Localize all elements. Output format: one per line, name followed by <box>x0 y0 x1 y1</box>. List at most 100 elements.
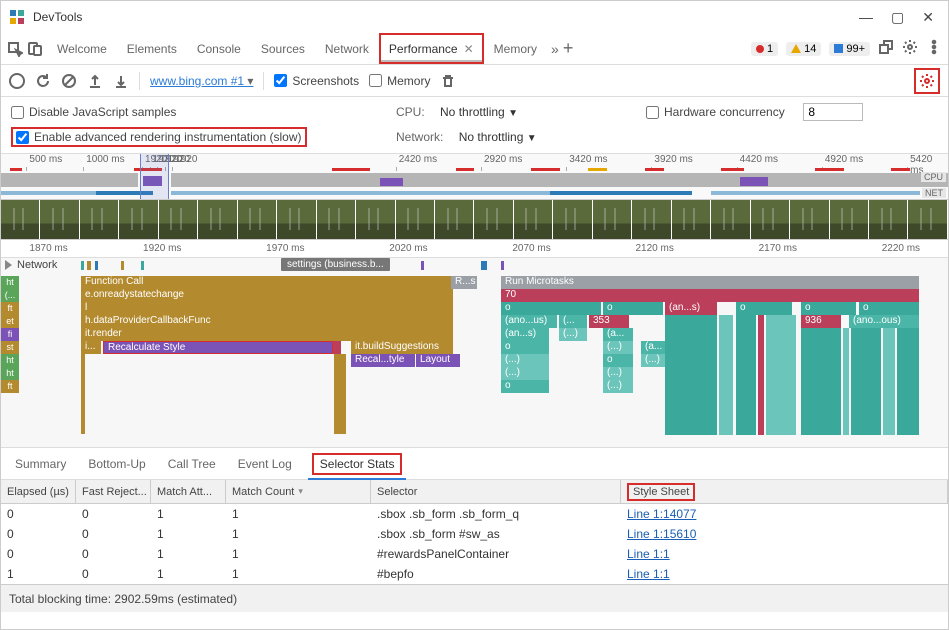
frame-o7[interactable]: o <box>603 354 633 367</box>
tab-console[interactable]: Console <box>187 33 251 64</box>
frame-l[interactable]: l <box>81 302 453 315</box>
detail-ruler[interactable]: 1870 ms1920 ms1970 ms2020 ms2070 ms2120 … <box>1 240 948 258</box>
close-tab-icon[interactable]: ✕ <box>464 42 474 56</box>
frame-70[interactable]: 70 <box>501 289 919 302</box>
reload-record-button[interactable] <box>35 73 51 89</box>
advanced-rendering-checkbox[interactable]: Enable advanced rendering instrumentatio… <box>11 127 307 147</box>
table-row[interactable]: 0011.sbox .sb_form .sb_form_qLine 1:1407… <box>1 504 948 524</box>
col-selector[interactable]: Selector <box>371 480 621 503</box>
expand-icon[interactable] <box>5 260 12 270</box>
screenshot-filmstrip[interactable] <box>1 200 948 240</box>
frame-an-s2[interactable]: (an...s) <box>501 328 549 341</box>
frame-paren1[interactable]: (... <box>559 315 587 328</box>
minimize-button[interactable]: — <box>859 9 873 26</box>
maximize-button[interactable]: ▢ <box>891 9 904 26</box>
frame-itrender[interactable]: it.render <box>81 328 453 341</box>
tab-performance[interactable]: Performance ✕ <box>379 33 484 64</box>
disable-js-checkbox[interactable]: Disable JavaScript samples <box>11 103 396 121</box>
frame-o3[interactable]: o <box>736 302 792 315</box>
tab-summary[interactable]: Summary <box>13 451 68 477</box>
frame-rs[interactable]: R...s <box>451 276 477 289</box>
col-elapsed[interactable]: Elapsed (µs) <box>1 480 76 503</box>
tab-sources[interactable]: Sources <box>251 33 315 64</box>
tab-bottom-up[interactable]: Bottom-Up <box>86 451 147 477</box>
table-row[interactable]: 0011.sbox .sb_form #sw_asLine 1:15610 <box>1 524 948 544</box>
stylesheet-link[interactable]: Line 1:14077 <box>627 507 696 521</box>
frame-buildsuggestions[interactable]: it.buildSuggestions <box>351 341 453 354</box>
flame-row-label: et <box>1 315 19 328</box>
capture-settings-button[interactable] <box>914 68 940 94</box>
tab-welcome[interactable]: Welcome <box>47 33 117 64</box>
frame-an-s[interactable]: (an...s) <box>665 302 717 315</box>
stylesheet-link[interactable]: Line 1:1 <box>627 567 670 581</box>
frame-353[interactable]: 353 <box>589 315 629 328</box>
tab-event-log[interactable]: Event Log <box>236 451 294 477</box>
table-row[interactable]: 1011#bepfoLine 1:1 <box>1 564 948 584</box>
net-throttle-dropdown[interactable]: No throttling ▼ <box>459 130 537 144</box>
paint-slice[interactable] <box>333 341 341 354</box>
inspect-icon[interactable] <box>7 41 23 57</box>
frame-o2[interactable]: o <box>603 302 663 315</box>
clear-button[interactable] <box>61 73 77 89</box>
col-style-sheet[interactable]: Style Sheet <box>621 480 948 503</box>
cell-fast-reject: 0 <box>76 547 151 561</box>
col-fast-reject[interactable]: Fast Reject... <box>76 480 151 503</box>
tab-elements[interactable]: Elements <box>117 33 187 64</box>
frame-o8[interactable]: o <box>501 380 549 393</box>
frame-onreadystate[interactable]: e.onreadystatechange <box>81 289 453 302</box>
frame-dataprovider[interactable]: h.dataProviderCallbackFunc <box>81 315 453 328</box>
frame-o1[interactable]: o <box>501 302 601 315</box>
frame-o5[interactable]: o <box>859 302 919 315</box>
close-button[interactable]: ✕ <box>922 9 934 26</box>
frame-ell-c[interactable]: (...) <box>501 354 549 367</box>
page-selector[interactable]: www.bing.com #1 ▾ <box>150 74 253 88</box>
table-row[interactable]: 0011#rewardsPanelContainerLine 1:1 <box>1 544 948 564</box>
garbage-collect-icon[interactable] <box>440 73 456 89</box>
frame-ell-f[interactable]: (...) <box>603 367 633 380</box>
flame-chart[interactable]: Network settings (business.b... ht(...ft… <box>1 258 948 448</box>
frame-run-microtasks[interactable]: Run Microtasks <box>501 276 919 289</box>
frame-layout[interactable]: Layout <box>416 354 460 367</box>
settings-icon[interactable] <box>902 39 918 58</box>
prompts-badge[interactable]: 99+ <box>829 42 870 56</box>
frame-o6[interactable]: o <box>501 341 549 354</box>
record-button[interactable] <box>9 73 25 89</box>
frame-ano-us[interactable]: (ano...us) <box>501 315 557 328</box>
errors-badge[interactable]: 1 <box>751 42 778 56</box>
frame-936[interactable]: 936 <box>801 315 841 328</box>
more-tabs-chevron[interactable]: » <box>551 41 559 57</box>
warnings-badge[interactable]: 14 <box>786 42 821 56</box>
more-menu-icon[interactable] <box>926 39 942 58</box>
frame-a1[interactable]: (a... <box>603 328 633 341</box>
memory-checkbox[interactable]: Memory <box>369 74 430 88</box>
frame-i[interactable]: i... <box>81 341 101 354</box>
stylesheet-link[interactable]: Line 1:1 <box>627 547 670 561</box>
popout-icon[interactable] <box>878 39 894 58</box>
device-icon[interactable] <box>27 41 43 57</box>
cpu-throttle-dropdown[interactable]: No throttling ▼ <box>440 105 518 119</box>
frame-o4[interactable]: o <box>801 302 856 315</box>
overview-timeline[interactable]: 500 ms1000 ms192019201920192019202420 ms… <box>1 154 948 200</box>
hw-concurrency-input[interactable] <box>803 103 863 121</box>
frame-ell-b[interactable]: (...) <box>603 341 633 354</box>
frame-ano-ous[interactable]: (ano...ous) <box>849 315 919 328</box>
tab-selector-stats[interactable]: Selector Stats <box>312 453 403 475</box>
frame-ell-g[interactable]: (...) <box>603 380 633 393</box>
frame-ell-e[interactable]: (...) <box>501 367 549 380</box>
col-match-attempts[interactable]: Match Att... <box>151 480 226 503</box>
col-match-count[interactable]: Match Count <box>226 480 371 503</box>
frame-recalc-style[interactable]: Recalculate Style <box>103 341 333 354</box>
tab-network[interactable]: Network <box>315 33 379 64</box>
upload-button[interactable] <box>87 73 103 89</box>
tab-call-tree[interactable]: Call Tree <box>166 451 218 477</box>
hw-concurrency-checkbox[interactable]: Hardware concurrency <box>646 105 785 119</box>
flame-row-label: ht <box>1 367 19 380</box>
add-tab-icon[interactable]: + <box>563 38 574 59</box>
frame-ell-a[interactable]: (...) <box>559 328 587 341</box>
screenshots-checkbox[interactable]: Screenshots <box>274 74 359 88</box>
frame-recal2[interactable]: Recal...tyle <box>351 354 415 367</box>
download-button[interactable] <box>113 73 129 89</box>
frame-function-call[interactable]: Function Call <box>81 276 451 289</box>
stylesheet-link[interactable]: Line 1:15610 <box>627 527 696 541</box>
tab-memory[interactable]: Memory <box>484 33 547 64</box>
